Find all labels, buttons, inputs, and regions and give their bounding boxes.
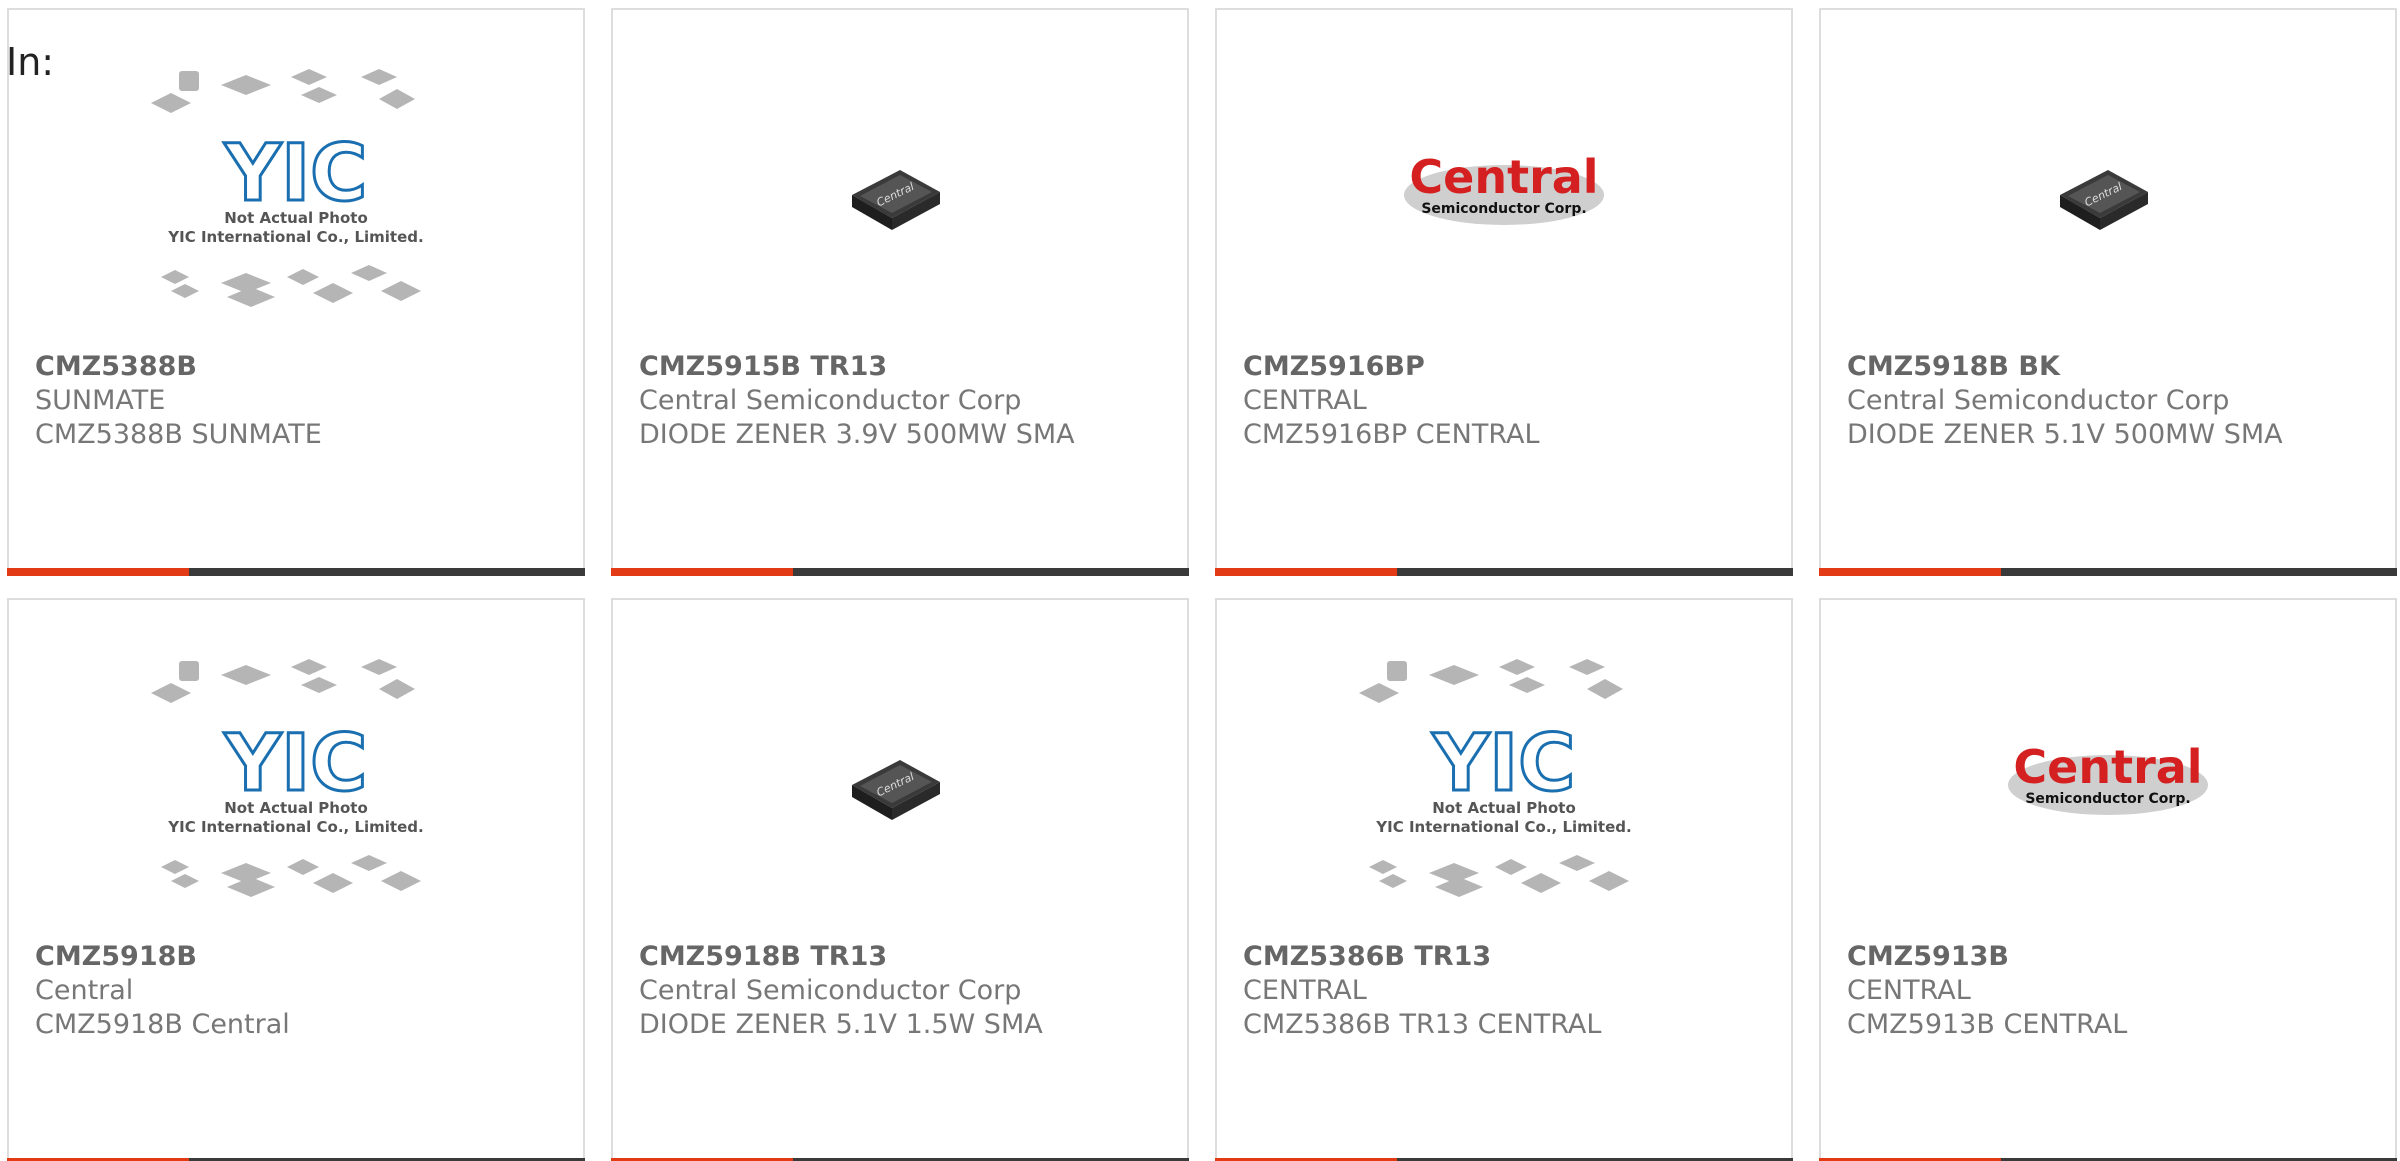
description: CMZ5388B SUNMATE (35, 419, 322, 450)
sma-package-icon: Central (852, 760, 940, 820)
sma-package-icon: Central (852, 170, 940, 230)
product-grid: YIC Not Actual Photo YIC International C… (7, 8, 2400, 1161)
central-logo-icon: Central Semiconductor Corp. (2008, 740, 2208, 815)
yic-placeholder-icon: YIC Not Actual Photo YIC International C… (151, 69, 424, 307)
part-number[interactable]: CMZ5913B (1847, 940, 2385, 974)
svg-text:YIC International Co., Limited: YIC International Co., Limited. (1375, 818, 1631, 836)
product-image: YIC Not Actual Photo YIC International C… (9, 30, 583, 350)
part-number[interactable]: CMZ5386B TR13 (1243, 940, 1781, 974)
svg-text:Not Actual Photo: Not Actual Photo (224, 209, 368, 227)
page: In: YIC Not Actual Photo YIC Internation… (0, 0, 2400, 1161)
manufacturer: CENTRAL (1243, 385, 1367, 416)
manufacturer: CENTRAL (1243, 975, 1367, 1006)
product-image: Central Semiconductor Corp. (1217, 30, 1791, 350)
yic-placeholder-icon: YIC Not Actual Photo YIC International C… (1359, 659, 1632, 897)
product-card[interactable]: YIC Not Actual Photo YIC International C… (1215, 598, 1793, 1161)
part-number[interactable]: CMZ5916BP (1243, 350, 1781, 384)
manufacturer: Central Semiconductor Corp (1847, 385, 2230, 416)
manufacturer: CENTRAL (1847, 975, 1971, 1006)
product-card[interactable]: Central CMZ5918B TR13 Central Semiconduc… (611, 598, 1189, 1161)
manufacturer: Central Semiconductor Corp (639, 975, 1022, 1006)
card-accent-bar (7, 568, 585, 576)
product-image: YIC Not Actual Photo YIC International C… (1217, 620, 1791, 940)
description: DIODE ZENER 5.1V 1.5W SMA (639, 1009, 1043, 1040)
product-card[interactable]: Central CMZ5915B TR13 Central Semiconduc… (611, 8, 1189, 576)
part-number[interactable]: CMZ5388B (35, 350, 573, 384)
sma-package-icon: Central (2060, 170, 2148, 230)
product-card[interactable]: Central Semiconductor Corp. CMZ5913B CEN… (1819, 598, 2397, 1161)
svg-text:Semiconductor Corp.: Semiconductor Corp. (2025, 791, 2190, 807)
product-image: Central (1821, 30, 2395, 350)
svg-text:YIC: YIC (1432, 719, 1576, 809)
svg-text:Central: Central (2013, 740, 2202, 794)
description: CMZ5913B CENTRAL (1847, 1009, 2128, 1040)
description: CMZ5918B Central (35, 1009, 290, 1040)
description: CMZ5916BP CENTRAL (1243, 419, 1540, 450)
svg-text:Central: Central (1409, 150, 1598, 204)
description: CMZ5386B TR13 CENTRAL (1243, 1009, 1602, 1040)
svg-text:Not Actual Photo: Not Actual Photo (224, 799, 368, 817)
card-accent-bar (611, 568, 1189, 576)
product-card[interactable]: Central CMZ5918B BK Central Semiconducto… (1819, 8, 2397, 576)
svg-text:YIC: YIC (224, 129, 368, 219)
product-image: YIC Not Actual Photo YIC International C… (9, 620, 583, 940)
manufacturer: Central Semiconductor Corp (639, 385, 1022, 416)
central-logo-icon: Central Semiconductor Corp. (1404, 150, 1604, 225)
manufacturer: SUNMATE (35, 385, 166, 416)
product-image: Central (613, 30, 1187, 350)
description: DIODE ZENER 5.1V 500MW SMA (1847, 419, 2283, 450)
product-card[interactable]: YIC Not Actual Photo YIC International C… (7, 598, 585, 1161)
part-number[interactable]: CMZ5918B (35, 940, 573, 974)
part-number[interactable]: CMZ5918B TR13 (639, 940, 1177, 974)
card-accent-bar (1819, 568, 2397, 576)
product-image: Central (613, 620, 1187, 940)
part-number[interactable]: CMZ5915B TR13 (639, 350, 1177, 384)
svg-text:YIC: YIC (224, 719, 368, 809)
product-card[interactable]: YIC Not Actual Photo YIC International C… (7, 8, 585, 576)
svg-text:Semiconductor Corp.: Semiconductor Corp. (1421, 201, 1586, 217)
svg-text:YIC International Co., Limited: YIC International Co., Limited. (167, 228, 423, 246)
manufacturer: Central (35, 975, 134, 1006)
card-accent-bar (1215, 568, 1793, 576)
description: DIODE ZENER 3.9V 500MW SMA (639, 419, 1075, 450)
svg-text:Not Actual Photo: Not Actual Photo (1432, 799, 1576, 817)
yic-placeholder-icon: YIC Not Actual Photo YIC International C… (151, 659, 424, 897)
in-label: In: (6, 40, 55, 84)
product-image: Central Semiconductor Corp. (1821, 620, 2395, 940)
svg-text:YIC International Co., Limited: YIC International Co., Limited. (167, 818, 423, 836)
part-number[interactable]: CMZ5918B BK (1847, 350, 2385, 384)
product-card[interactable]: Central Semiconductor Corp. CMZ5916BP CE… (1215, 8, 1793, 576)
